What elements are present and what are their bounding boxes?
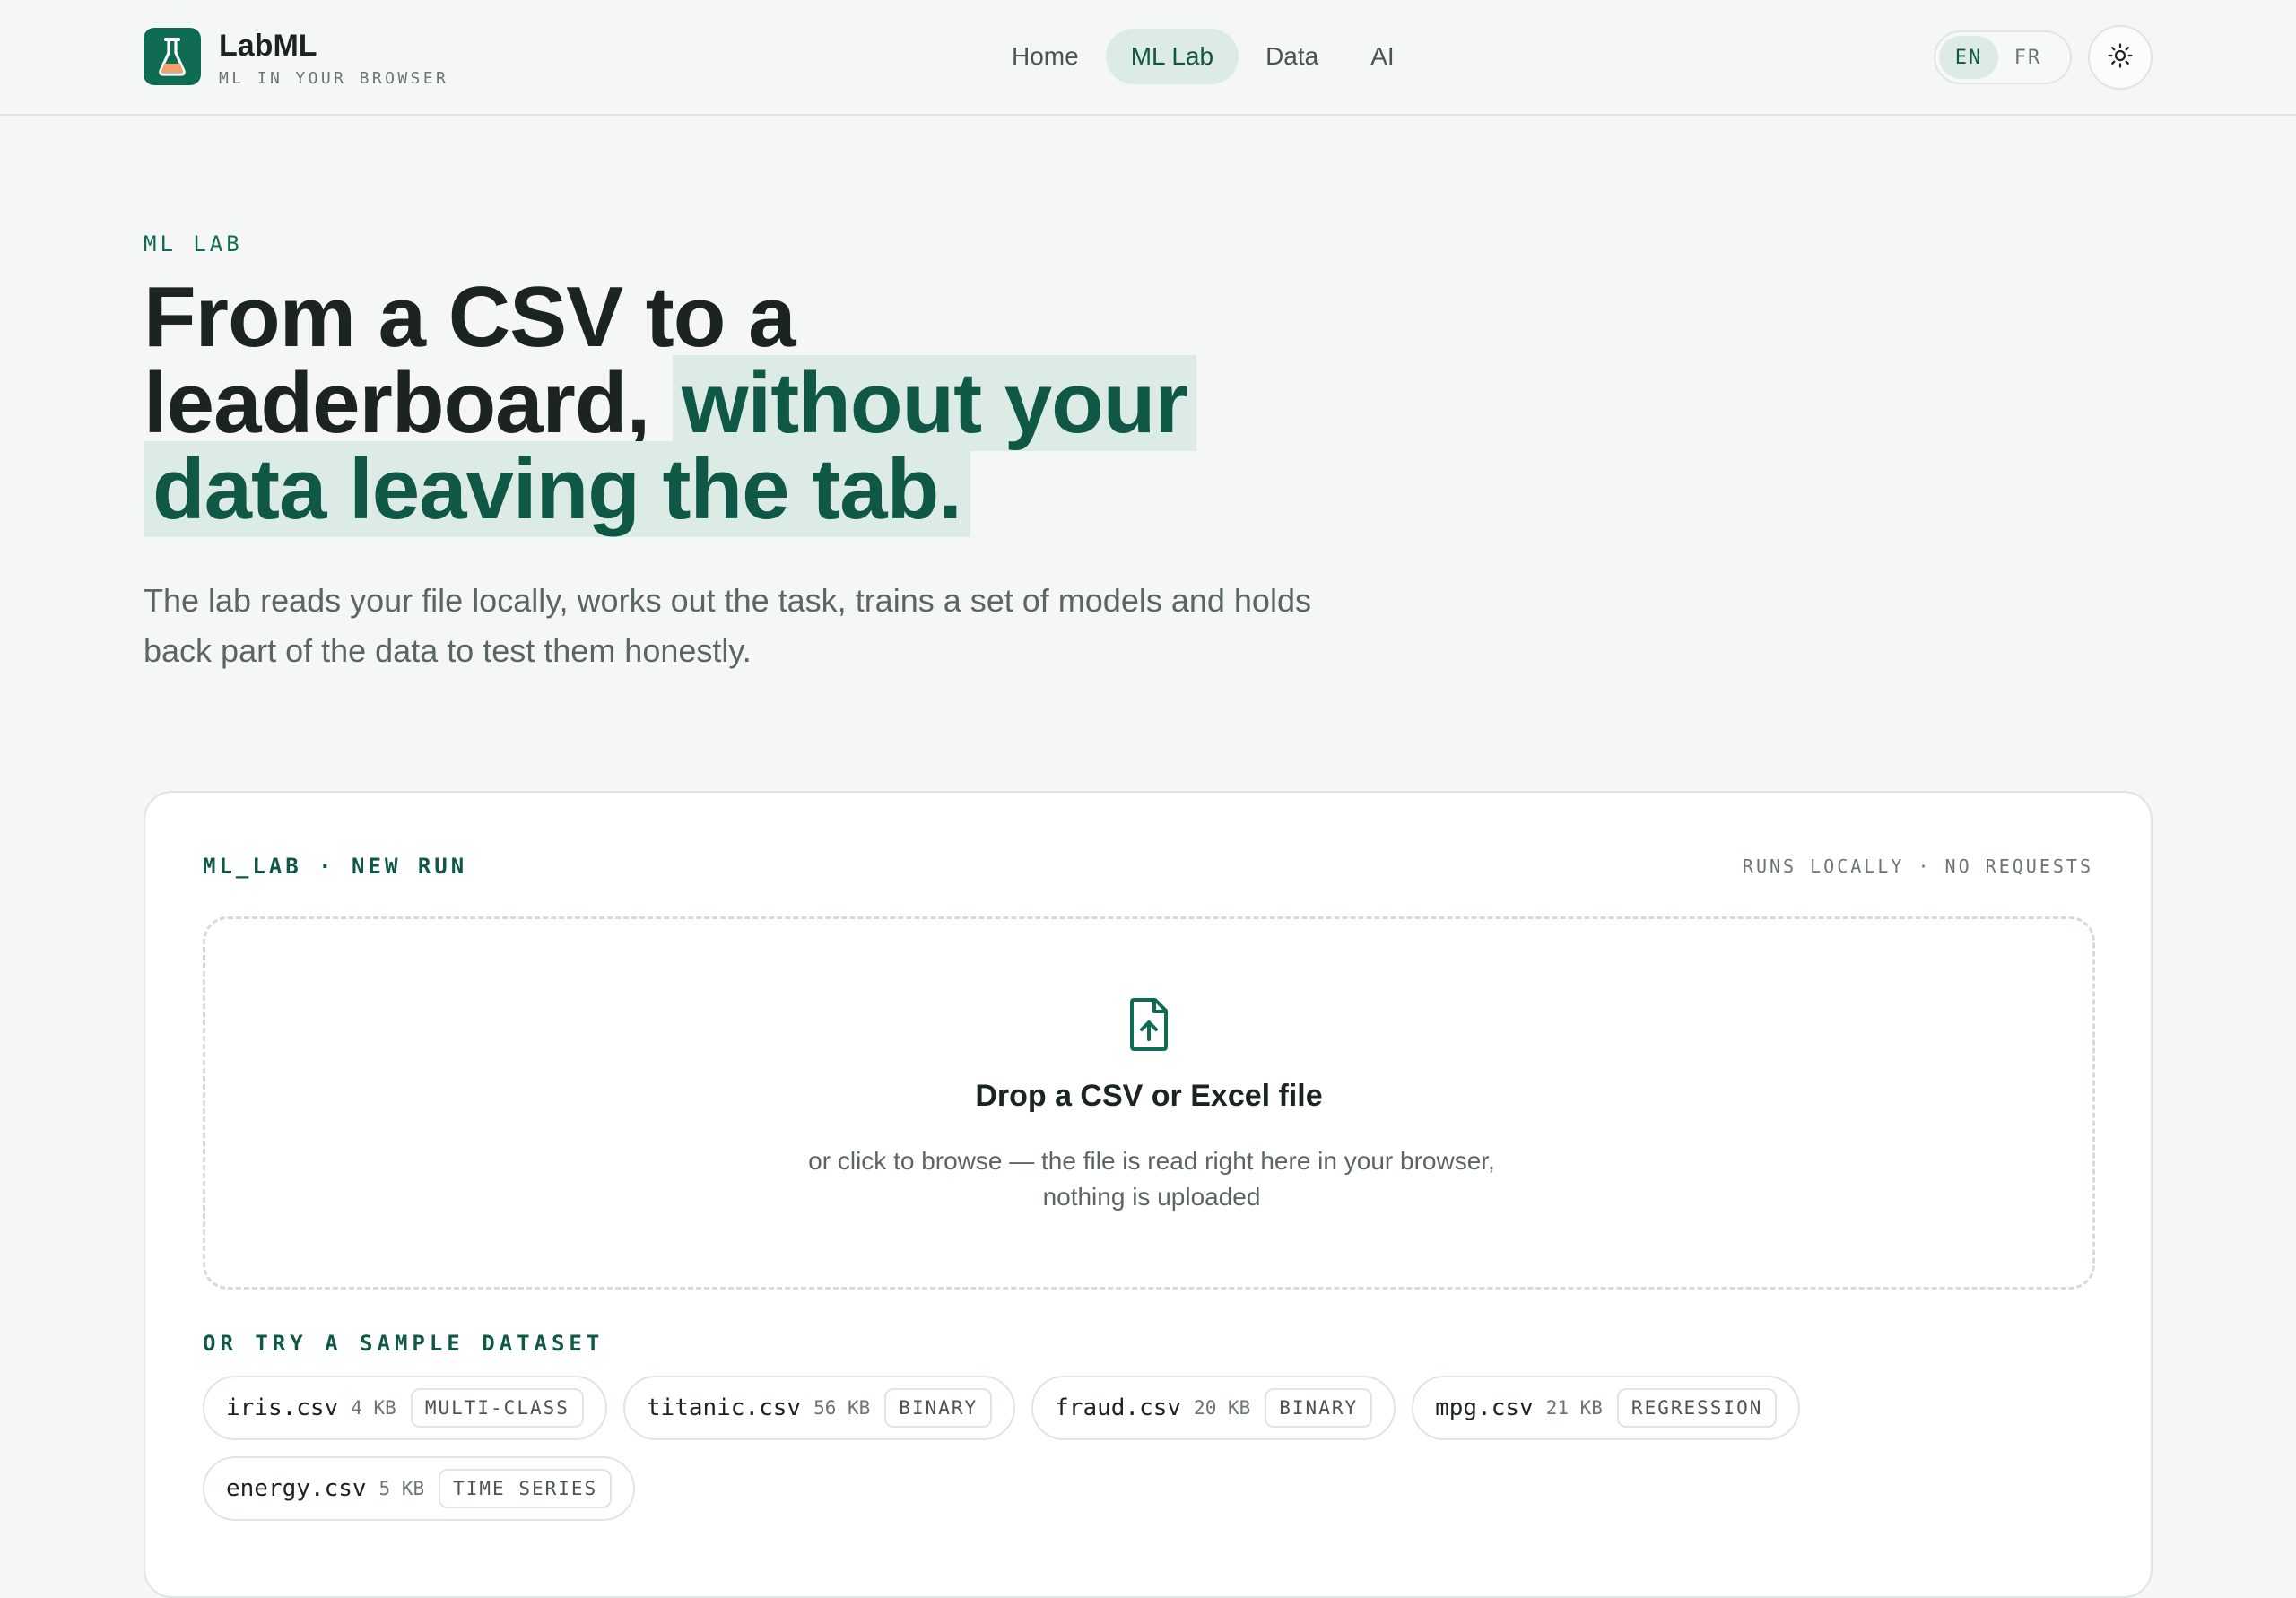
dropzone-subtitle: or click to browse — the file is read ri… [808, 1147, 1495, 1211]
top-bar: LabML ML IN YOUR BROWSER Home ML Lab Dat… [0, 0, 2296, 116]
sample-size: 20 KB [1194, 1397, 1251, 1419]
sample-name: fraud.csv [1055, 1394, 1182, 1421]
brand-tagline: ML IN YOUR BROWSER [219, 69, 449, 88]
samples-label: OR TRY A SAMPLE DATASET [203, 1331, 604, 1356]
sample-size: 4 KB [351, 1397, 396, 1419]
sample-name: energy.csv [226, 1475, 367, 1502]
sample-task-badge: REGRESSION [1616, 1388, 1778, 1428]
sample-size: 56 KB [813, 1397, 871, 1419]
language-switcher: EN FR [1934, 30, 2072, 84]
sample-size: 21 KB [1545, 1397, 1603, 1419]
sample-name: titanic.csv [646, 1394, 802, 1421]
sample-name: iris.csv [226, 1394, 339, 1421]
nav-ai[interactable]: AI [1345, 29, 1419, 84]
nav-ml-lab[interactable]: ML Lab [1105, 29, 1239, 84]
sample-name: mpg.csv [1435, 1394, 1534, 1421]
new-run-card: ML_LAB · NEW RUN RUNS LOCALLY · NO REQUE… [144, 791, 2152, 1598]
hero-eyebrow: ML LAB [144, 231, 243, 256]
sample-task-badge: BINARY [884, 1388, 993, 1428]
lang-en-button[interactable]: EN [1939, 36, 1998, 79]
nav-data[interactable]: Data [1240, 29, 1344, 84]
card-meta: RUNS LOCALLY · NO REQUESTS [1742, 855, 2093, 877]
dropzone-title: Drop a CSV or Excel file [975, 1079, 1323, 1113]
sample-chip-mpg[interactable]: mpg.csv 21 KB REGRESSION [1412, 1376, 1801, 1440]
file-upload-icon [1118, 993, 1180, 1055]
lang-fr-button[interactable]: FR [1998, 36, 2057, 79]
sample-size: 5 KB [378, 1478, 425, 1499]
hero-lead: The lab reads your file locally, works o… [144, 582, 1311, 669]
brand[interactable]: LabML ML IN YOUR BROWSER [144, 28, 448, 89]
sample-task-badge: BINARY [1265, 1388, 1373, 1428]
sample-chip-titanic[interactable]: titanic.csv 56 KB BINARY [622, 1376, 1016, 1440]
hero-headline: From a CSV to a leaderboard, without you… [144, 274, 1309, 537]
sample-task-badge: TIME SERIES [439, 1469, 613, 1508]
main-nav: Home ML Lab Data AI [987, 29, 1420, 84]
flask-icon [144, 28, 201, 85]
sun-icon [2107, 42, 2134, 74]
sample-chip-iris[interactable]: iris.csv 4 KB MULTI-CLASS [203, 1376, 607, 1440]
sample-chip-energy[interactable]: energy.csv 5 KB TIME SERIES [203, 1456, 636, 1521]
brand-name: LabML [219, 29, 317, 63]
file-dropzone[interactable]: Drop a CSV or Excel file or click to bro… [203, 916, 2095, 1290]
sample-task-badge: MULTI-CLASS [410, 1388, 584, 1428]
theme-toggle-button[interactable] [2088, 25, 2152, 90]
sample-chip-fraud[interactable]: fraud.csv 20 KB BINARY [1031, 1376, 1396, 1440]
nav-home[interactable]: Home [987, 29, 1104, 84]
card-label: ML_LAB · NEW RUN [203, 854, 468, 879]
sample-datasets: iris.csv 4 KB MULTI-CLASS titanic.csv 56… [203, 1376, 2122, 1521]
